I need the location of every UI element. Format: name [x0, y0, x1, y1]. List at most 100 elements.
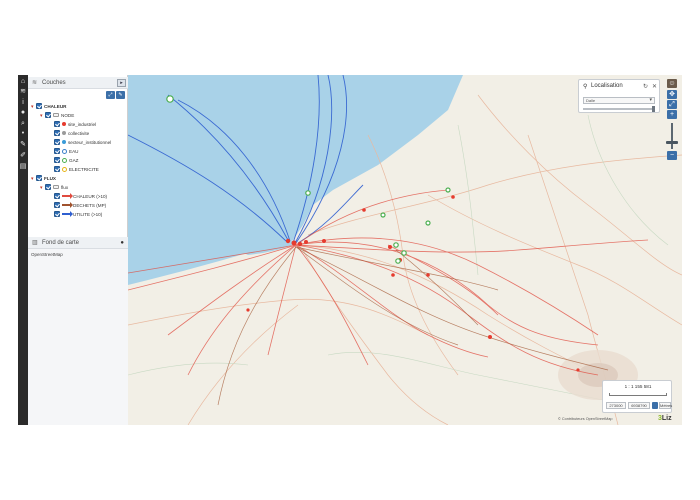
node-marker[interactable]: [488, 335, 492, 339]
basemap-info-icon[interactable]: ●: [120, 237, 124, 249]
layer-row[interactable]: collectivite: [49, 130, 89, 138]
layer-checkbox[interactable]: [54, 130, 60, 136]
locate-slider[interactable]: [583, 106, 655, 112]
pin-icon: ⚲: [583, 84, 588, 90]
layer-checkbox[interactable]: [45, 184, 51, 190]
node-marker[interactable]: [451, 195, 455, 199]
node-marker[interactable]: [362, 208, 366, 212]
node-marker[interactable]: [426, 273, 430, 277]
layer-checkbox[interactable]: [54, 211, 60, 217]
basemap-icon: ▥: [32, 240, 38, 246]
legend-arrow-icon: [62, 202, 73, 208]
basemap-value[interactable]: OpenStreetMap: [31, 252, 63, 257]
layer-row[interactable]: EAU: [49, 148, 78, 156]
node-marker[interactable]: [297, 241, 303, 247]
x-coordinate[interactable]: 273000: [606, 402, 626, 409]
search-icon[interactable]: ⌕: [19, 120, 27, 128]
folder-icon: [53, 113, 59, 117]
layer-row[interactable]: ▾ flux: [40, 184, 68, 192]
node-marker[interactable]: [401, 250, 407, 256]
edit-icon[interactable]: ✐: [19, 152, 27, 160]
node-marker[interactable]: [425, 220, 431, 226]
locate-panel: ⚲ Localisation ↻ ✕ Dalle: [578, 79, 660, 113]
y-coordinate[interactable]: 6938790: [628, 402, 650, 409]
layer-label: secteur_institutionnel: [68, 140, 112, 145]
zoom-in-button[interactable]: +: [667, 110, 677, 119]
locate-icon[interactable]: ●: [19, 109, 27, 117]
node-marker[interactable]: [393, 242, 399, 248]
pan-button[interactable]: ✥: [667, 90, 677, 99]
layer-checkbox[interactable]: [54, 121, 60, 127]
layer-label: CHALEUR: [44, 104, 67, 109]
map-attribution: © Contributeurs OpenStreetMap: [558, 417, 613, 421]
node-marker[interactable]: [445, 187, 451, 193]
layer-row[interactable]: secteur_institutionnel: [49, 139, 111, 147]
node-marker[interactable]: [322, 239, 326, 243]
layer-row[interactable]: DECHETS (MP): [49, 202, 106, 210]
slider-handle[interactable]: [652, 106, 655, 112]
layer-label: CHALEUR (>10): [73, 194, 108, 199]
layer-row[interactable]: ▾ CHALEUR: [31, 103, 66, 111]
layer-row[interactable]: CHALEUR (>10): [49, 193, 107, 201]
layer-checkbox[interactable]: [54, 202, 60, 208]
logo-text: Liz: [661, 415, 672, 422]
node-marker[interactable]: [285, 238, 291, 244]
layer-label: GAZ: [69, 158, 79, 163]
layer-row[interactable]: ▾ FLUX: [31, 175, 56, 183]
collapse-panel-button[interactable]: ▸: [117, 79, 126, 87]
locate-title: Localisation: [591, 83, 623, 89]
user-avatar[interactable]: ☺: [667, 79, 677, 88]
node-marker[interactable]: [380, 212, 386, 218]
layer-checkbox[interactable]: [45, 112, 51, 118]
lizmap-app: ⌂ ≋ i ● ⌕ • ✎ ✐ ▤ ≋ Couches ▸ ⤢ ✎ ▾ CHALE…: [18, 75, 682, 425]
home-icon[interactable]: ⌂: [19, 78, 27, 86]
node-marker[interactable]: [304, 240, 308, 244]
node-marker[interactable]: [246, 308, 250, 312]
layer-checkbox[interactable]: [54, 166, 60, 172]
layer-row[interactable]: ELECTRICITE: [49, 166, 99, 174]
node-marker[interactable]: [391, 273, 395, 277]
refresh-icon[interactable]: ↻: [643, 83, 648, 90]
node-marker[interactable]: [291, 240, 297, 246]
info-icon[interactable]: i: [19, 99, 27, 107]
close-icon[interactable]: ✕: [652, 83, 657, 90]
layer-label: site_industriel: [68, 122, 97, 127]
layer-label: flux: [61, 185, 69, 190]
legend-arrow-icon: [62, 211, 73, 217]
node-marker[interactable]: [166, 95, 174, 103]
layer-row[interactable]: site_industriel: [49, 121, 96, 129]
legend-dot-icon: [62, 140, 66, 144]
zoom-extent-button[interactable]: ⤢: [667, 100, 677, 109]
legend-ring-icon: [62, 167, 67, 172]
print-icon[interactable]: ▤: [19, 163, 27, 171]
locate-select[interactable]: Dalle: [583, 97, 655, 104]
layer-checkbox[interactable]: [54, 148, 60, 154]
edit-layers-button[interactable]: ✎: [116, 91, 125, 99]
legend-ring-icon: [62, 149, 67, 154]
unit-select[interactable]: Mètres: [659, 402, 672, 409]
layer-checkbox[interactable]: [54, 139, 60, 145]
layers-stack-icon: ≋: [32, 80, 38, 86]
measure-icon[interactable]: •: [19, 130, 27, 138]
layer-checkbox[interactable]: [54, 157, 60, 163]
zoom-slider-handle[interactable]: [666, 141, 678, 144]
layer-label: FLUX: [44, 176, 56, 181]
legend-ring-icon: [62, 158, 67, 163]
node-marker[interactable]: [388, 245, 392, 249]
coordinate-toggle-icon[interactable]: [652, 402, 658, 409]
layer-checkbox[interactable]: [36, 175, 42, 181]
layer-checkbox[interactable]: [36, 103, 42, 109]
layer-row[interactable]: UTILITE (>10): [49, 211, 102, 219]
zoom-slider[interactable]: [671, 123, 673, 149]
node-marker[interactable]: [576, 368, 580, 372]
expand-all-button[interactable]: ⤢: [106, 91, 115, 99]
layers-icon[interactable]: ≋: [19, 88, 27, 96]
zoom-out-button[interactable]: −: [667, 151, 677, 160]
map-canvas[interactable]: [127, 75, 682, 425]
pen-icon[interactable]: ✎: [19, 141, 27, 149]
node-marker[interactable]: [305, 190, 311, 196]
layer-checkbox[interactable]: [54, 193, 60, 199]
layer-row[interactable]: GAZ: [49, 157, 78, 165]
layer-row[interactable]: ▾ NODE: [40, 112, 74, 120]
node-marker[interactable]: [395, 258, 401, 264]
